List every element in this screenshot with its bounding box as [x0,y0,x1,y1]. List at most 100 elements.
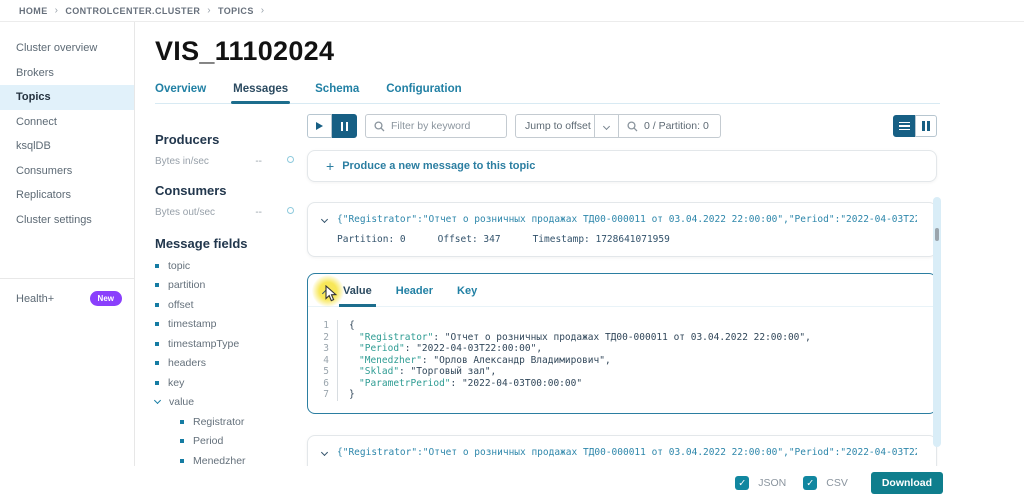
producers-metric-value: -- [255,156,262,167]
json-key: "Registrator" [349,332,433,343]
field-bullet [180,420,184,424]
message-row[interactable]: {"Registrator":"Отчет о розничных продаж… [307,202,937,257]
chevron-down-icon[interactable] [321,448,328,455]
field-bullet [180,459,184,463]
offset-select-value: Jump to offset [516,120,594,132]
kafka-topic-page: HOME › CONTROLCENTER.CLUSTER › TOPICS › … [0,0,1024,500]
line-number: 7 [308,389,338,401]
code-text: "Period": "2022-04-03T22:00:00", [338,343,542,355]
field-partition[interactable]: partition [155,280,290,290]
line-number: 5 [308,366,338,378]
search-icon [374,121,385,132]
consumers-metric-label: Bytes out/sec [155,207,215,218]
messages-scrollbar[interactable] [933,197,941,447]
code-line: 6"ParametrPeriod": "2022-04-03T00:00:00" [308,378,936,390]
sidebar-item-topics[interactable]: Topics [0,85,134,110]
field-key[interactable]: key [155,378,290,388]
consumers-metric-value: -- [255,207,262,218]
code-text: "Sklad": "Торговый зал", [338,366,496,378]
download-bar: ✓ JSON ✓ CSV Download [0,466,1024,500]
plus-icon: + [326,159,334,173]
filter-input[interactable] [391,120,498,132]
line-number: 1 [308,320,338,332]
tab-header[interactable]: Header [396,285,433,297]
card-view-icon [927,121,930,131]
breadcrumb-separator: › [261,5,265,16]
chevron-down-icon[interactable] [321,216,328,223]
list-view-button[interactable] [893,115,915,137]
sidebar-item-consumers[interactable]: Consumers [0,159,134,184]
tab-overview[interactable]: Overview [155,83,206,95]
card-view-icon [922,121,925,131]
message-timestamp: Timestamp: 1728641071959 [533,234,670,245]
play-button[interactable] [307,114,332,138]
field-timestamptype[interactable]: timestampType [155,339,290,349]
pause-icon [346,122,349,131]
json-value: : "Орлов Александр Владимирович", [422,355,611,366]
partition-input[interactable] [644,120,712,132]
breadcrumb-cluster[interactable]: CONTROLCENTER.CLUSTER [65,6,200,16]
code-text: "Menedzher": "Орлов Александр Владимиров… [338,355,611,367]
code-line: 1{ [308,320,936,332]
tab-key[interactable]: Key [457,285,477,297]
play-icon [316,122,323,130]
json-key: "Period" [349,343,405,354]
csv-checkbox[interactable]: ✓ [803,476,817,490]
message-offset: Offset: 347 [438,234,501,245]
page-title: VIS_11102024 [155,36,1024,67]
chevron-down-icon [594,115,618,137]
field-label: partition [168,279,205,291]
left-panel: Producers Bytes in/sec -- Consumers Byte… [155,114,290,490]
sidebar-item-cluster-settings[interactable]: Cluster settings [0,208,134,233]
tab-schema[interactable]: Schema [315,83,359,95]
field-timestamp[interactable]: timestamp [155,319,290,329]
produce-message-label: Produce a new message to this topic [342,160,535,172]
breadcrumb-topics[interactable]: TOPICS [218,6,254,16]
sidebar-item-ksqldb[interactable]: ksqlDB [0,134,134,159]
tab-configuration[interactable]: Configuration [386,83,461,95]
jump-to-offset-select[interactable]: Jump to offset [515,114,619,138]
message-value-code: 1{ 2 "Registrator": "Отчет о розничных пр… [308,307,936,413]
consumers-metric-row: Bytes out/sec -- [155,207,290,218]
scrollbar-thumb[interactable] [935,228,939,241]
json-checkbox[interactable]: ✓ [735,476,749,490]
breadcrumb-separator: › [207,5,211,16]
sidebar: Cluster overview Brokers Topics Connect … [0,22,135,500]
code-line: 2 "Registrator": "Отчет о розничных прода… [308,332,936,344]
sidebar-item-replicators[interactable]: Replicators [0,183,134,208]
code-line: 4"Menedzher": "Орлов Александр Владимиро… [308,355,936,367]
json-value: : "Торговый зал", [399,366,496,377]
breadcrumb-home[interactable]: HOME [19,6,48,16]
message-partition: Partition: 0 [337,234,406,245]
field-topic[interactable]: topic [155,261,290,271]
field-value-period[interactable]: Period [180,436,290,446]
card-view-button[interactable] [915,115,937,137]
field-value-expandable[interactable]: value [155,397,290,407]
breadcrumb-separator: › [55,5,59,16]
download-button[interactable]: Download [871,472,943,494]
code-text: { [338,320,355,332]
sidebar-item-connect[interactable]: Connect [0,110,134,135]
sidebar-item-brokers[interactable]: Brokers [0,61,134,86]
sidebar-item-health[interactable]: Health+ New [0,279,134,306]
field-value-menedzher[interactable]: Menedzher [180,456,290,466]
field-headers[interactable]: headers [155,358,290,368]
line-number: 2 [308,332,338,344]
tab-messages[interactable]: Messages [233,83,288,95]
field-bullet [155,342,159,346]
code-line: 7} [308,389,936,401]
produce-message-button[interactable]: + Produce a new message to this topic [307,150,937,182]
json-value: : "Отчет о розничных продажах ТД00-00001… [433,332,811,343]
field-offset[interactable]: offset [155,300,290,310]
pause-button[interactable] [332,114,357,138]
tab-value[interactable]: Value [343,285,372,297]
field-label: offset [168,299,194,311]
breadcrumb: HOME › CONTROLCENTER.CLUSTER › TOPICS › [0,0,1024,22]
field-value-registrator[interactable]: Registrator [180,417,290,427]
view-toggle-group [893,115,937,137]
producers-metric-row: Bytes in/sec -- [155,156,290,167]
field-bullet [155,381,159,385]
sidebar-item-cluster-overview[interactable]: Cluster overview [0,36,134,61]
chevron-up-icon[interactable] [322,289,329,296]
field-label: topic [168,260,190,272]
